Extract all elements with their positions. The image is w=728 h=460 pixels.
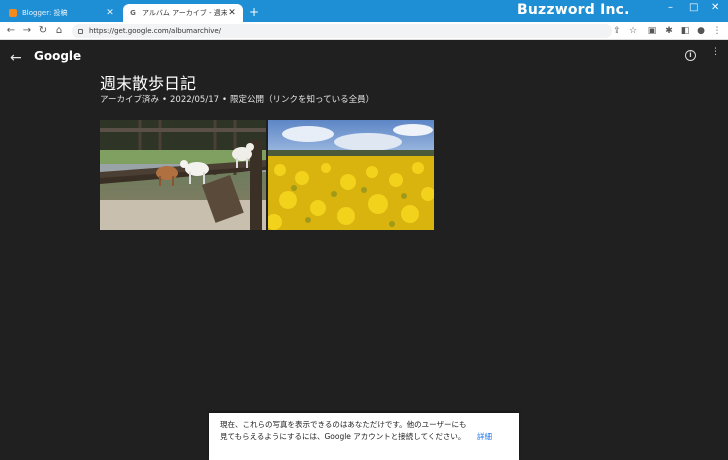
close-icon[interactable]: ✕ bbox=[105, 8, 115, 18]
back-arrow-icon[interactable]: ← bbox=[5, 24, 17, 38]
blogger-icon bbox=[9, 9, 17, 17]
lock-icon bbox=[78, 28, 83, 34]
brand-watermark: Buzzword Inc. bbox=[517, 2, 630, 18]
share-icon[interactable]: ⇪ bbox=[611, 25, 623, 37]
tab-strip: Blogger: 投稿 ✕ G アルバム アーカイブ - 週末散歩日記 ✕ + … bbox=[0, 0, 728, 22]
tab-album-archive[interactable]: G アルバム アーカイブ - 週末散歩日記 ✕ bbox=[123, 4, 243, 22]
google-icon: G bbox=[130, 9, 136, 17]
forward-arrow-icon[interactable]: → bbox=[21, 24, 33, 38]
meta-separator: • bbox=[162, 95, 168, 105]
album-archive-page: ← Google i ⋮ 週末散歩日記 アーカイブ済み • 2022/05/17 • 限… bbox=[0, 41, 728, 460]
rapeseed-photo-image bbox=[268, 120, 434, 230]
reload-icon[interactable]: ↻ bbox=[37, 24, 49, 38]
minimize-icon[interactable]: – bbox=[668, 2, 673, 13]
address-bar[interactable]: https://get.google.com/albumarchive/ bbox=[72, 24, 612, 38]
browser-toolbar: ← → ↻ ⌂ https://get.google.com/albumarch… bbox=[0, 22, 728, 40]
photo-grid bbox=[100, 120, 434, 230]
album-date: 2022/05/17 bbox=[170, 95, 220, 105]
side-panel-icon[interactable]: ◧ bbox=[679, 25, 691, 37]
window-close-icon[interactable]: ✕ bbox=[711, 2, 719, 13]
album-meta: アーカイブ済み • 2022/05/17 • 限定公開（リンクを知っている全員） bbox=[100, 93, 374, 105]
tab-title: アルバム アーカイブ - 週末散歩日記 bbox=[142, 9, 227, 17]
back-arrow-icon[interactable]: ← bbox=[10, 51, 22, 65]
toast-message: 現在、これらの写真を表示できるのはあなただけです。他のユーザーにも見てもらえるよ… bbox=[220, 420, 467, 441]
home-icon[interactable]: ⌂ bbox=[53, 24, 65, 38]
tab-title: Blogger: 投稿 bbox=[22, 9, 68, 17]
browser-window: Blogger: 投稿 ✕ G アルバム アーカイブ - 週末散歩日記 ✕ + … bbox=[0, 0, 728, 460]
bookmark-star-icon[interactable]: ☆ bbox=[627, 25, 639, 37]
extensions-puzzle-icon[interactable]: ✱ bbox=[663, 25, 675, 37]
visibility-label: 限定公開（リンクを知っている全員） bbox=[230, 95, 375, 105]
google-logo: Google bbox=[34, 49, 82, 63]
browser-menu-icon[interactable]: ⋮ bbox=[711, 25, 723, 37]
connect-account-toast: 現在、これらの写真を表示できるのはあなただけです。他のユーザーにも見てもらえるよ… bbox=[209, 413, 519, 460]
tab-blogger[interactable]: Blogger: 投稿 ✕ bbox=[3, 4, 121, 22]
goats-photo-image bbox=[100, 120, 266, 230]
close-icon[interactable]: ✕ bbox=[227, 8, 237, 18]
more-vert-icon[interactable]: ⋮ bbox=[711, 48, 720, 57]
archive-status: アーカイブ済み bbox=[100, 95, 159, 105]
meta-separator: • bbox=[222, 95, 228, 105]
new-tab-button[interactable]: + bbox=[249, 5, 259, 19]
photo-rapeseed-field[interactable] bbox=[268, 120, 434, 230]
maximize-icon[interactable]: □ bbox=[689, 2, 698, 13]
info-icon[interactable]: i bbox=[685, 50, 696, 61]
profile-avatar-icon[interactable]: ● bbox=[695, 25, 707, 37]
photo-goats-on-fence[interactable] bbox=[100, 120, 266, 230]
album-title: 週末散歩日記 bbox=[100, 74, 197, 93]
extension-badge-icon[interactable]: ▣ bbox=[646, 25, 658, 37]
url-text: https://get.google.com/albumarchive/ bbox=[89, 27, 222, 35]
toast-detail-link[interactable]: 詳細 bbox=[477, 431, 492, 442]
